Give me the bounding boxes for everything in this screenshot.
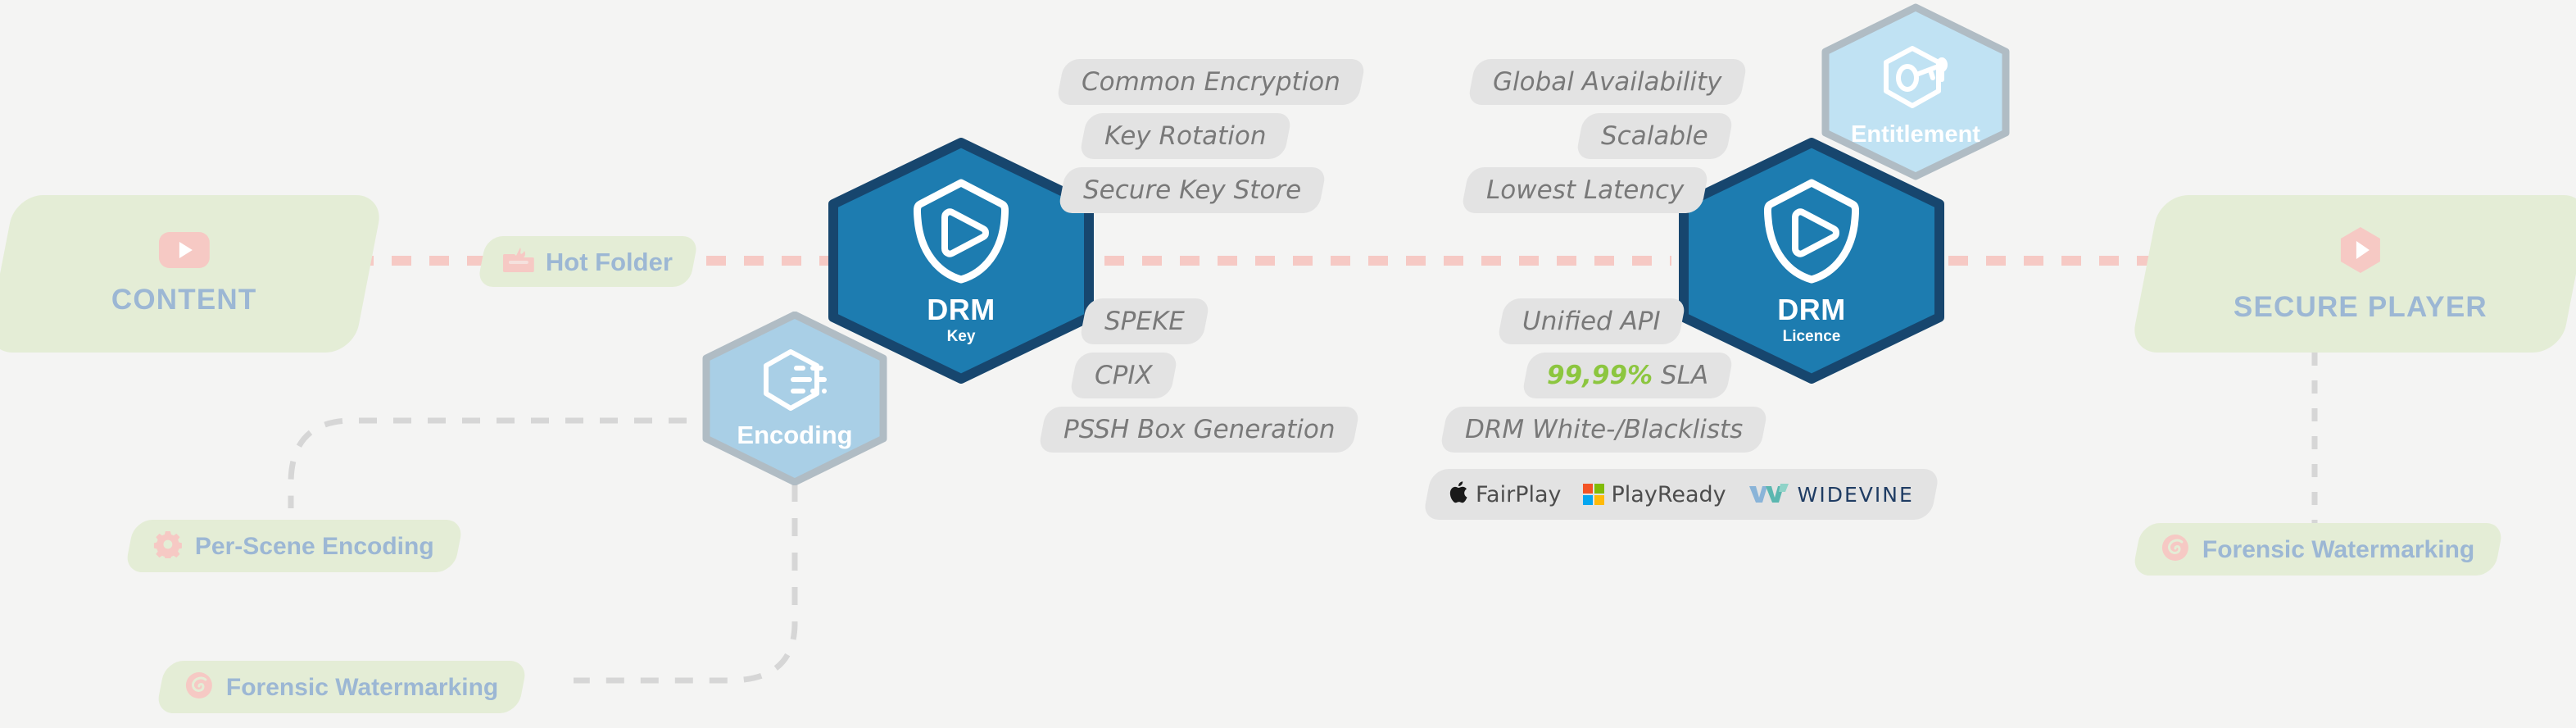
- fingerprint-icon: [2161, 534, 2189, 566]
- tag-sla-value: 99,99%: [1547, 361, 1653, 390]
- tag-label: Global Availability: [1493, 67, 1722, 97]
- drm-logo-fairplay[interactable]: FairPlay: [1449, 480, 1562, 508]
- badge-label: Forensic Watermarking: [226, 673, 499, 700]
- node-drm-licence[interactable]: DRM Licence: [1673, 138, 1950, 384]
- drm-logo-label: PlayReady: [1611, 481, 1726, 507]
- badge-forensic-watermarking-left[interactable]: Forensic Watermarking: [155, 661, 528, 713]
- shield-play-icon: [905, 176, 1017, 290]
- wire-encoding-to-forensic-left: [574, 484, 798, 684]
- endpoint-secure-player-label: SECURE PLAYER: [2234, 290, 2488, 323]
- gear-icon: [153, 530, 183, 562]
- tag-key-rotation[interactable]: Key Rotation: [1078, 113, 1292, 159]
- node-drm-key[interactable]: DRM Key: [823, 138, 1100, 384]
- node-encoding-label: Encoding: [737, 421, 853, 449]
- node-drm-licence-title: DRM: [1777, 292, 1846, 326]
- drm-logo-label: WIDEVINE: [1797, 482, 1914, 507]
- tag-label: Secure Key Store: [1083, 175, 1302, 205]
- drm-logo-widevine[interactable]: WIDEVINE: [1748, 481, 1914, 508]
- badge-label: Forensic Watermarking: [2202, 535, 2475, 562]
- tag-label: Lowest Latency: [1486, 175, 1685, 205]
- badge-forensic-watermarking-right[interactable]: Forensic Watermarking: [2131, 523, 2505, 576]
- microsoft-icon: [1582, 484, 1604, 505]
- hot-folder-badge[interactable]: Hot Folder: [476, 236, 700, 287]
- badge-per-scene-encoding[interactable]: Per-Scene Encoding: [124, 520, 464, 572]
- hexagon-play-icon: [2335, 225, 2386, 280]
- node-drm-key-subtitle: Key: [946, 327, 976, 345]
- encoding-hexagon-icon: [758, 344, 832, 421]
- key-hexagon-icon: [1876, 42, 1955, 121]
- diagram-canvas: CONTENT Hot Folder Encoding DRM Key DRM …: [0, 0, 2576, 728]
- youtube-play-icon: [159, 231, 210, 272]
- drm-logo-playready[interactable]: PlayReady: [1582, 481, 1726, 507]
- apple-icon: [1449, 480, 1468, 508]
- tag-drm-white-blacklists[interactable]: DRM White-/Blacklists: [1439, 407, 1769, 453]
- tag-label: Key Rotation: [1104, 121, 1267, 151]
- drm-logos-strip: FairPlay PlayReady WIDEVINE: [1422, 469, 1940, 520]
- badge-label: Per-Scene Encoding: [195, 532, 434, 559]
- shield-play-icon: [1756, 176, 1867, 290]
- endpoint-content-label: CONTENT: [111, 283, 257, 316]
- endpoint-secure-player[interactable]: SECURE PLAYER: [2129, 195, 2576, 353]
- tag-unified-api[interactable]: Unified API: [1496, 298, 1687, 344]
- endpoint-content[interactable]: CONTENT: [0, 195, 384, 353]
- tag-common-encryption[interactable]: Common Encryption: [1055, 59, 1367, 105]
- wire-encoding-to-perscene: [288, 417, 721, 508]
- hot-folder-icon: [503, 246, 534, 278]
- connector-wires: [288, 256, 2318, 684]
- tag-label: CPIX: [1095, 361, 1153, 390]
- tag-global-availability[interactable]: Global Availability: [1467, 59, 1748, 105]
- drm-logo-label: FairPlay: [1476, 481, 1562, 507]
- tag-label: DRM White-/Blacklists: [1465, 415, 1744, 444]
- tag-label: Common Encryption: [1082, 67, 1340, 97]
- tag-label: Unified API: [1522, 307, 1661, 336]
- widevine-icon: [1748, 481, 1790, 508]
- tag-label: SPEKE: [1104, 307, 1185, 336]
- node-drm-licence-subtitle: Licence: [1782, 327, 1841, 345]
- fingerprint-icon: [185, 671, 213, 703]
- node-drm-key-title: DRM: [927, 292, 995, 326]
- tag-label: PSSH Box Generation: [1064, 415, 1336, 444]
- hot-folder-label: Hot Folder: [546, 247, 673, 275]
- tag-pssh-box-generation[interactable]: PSSH Box Generation: [1037, 407, 1361, 453]
